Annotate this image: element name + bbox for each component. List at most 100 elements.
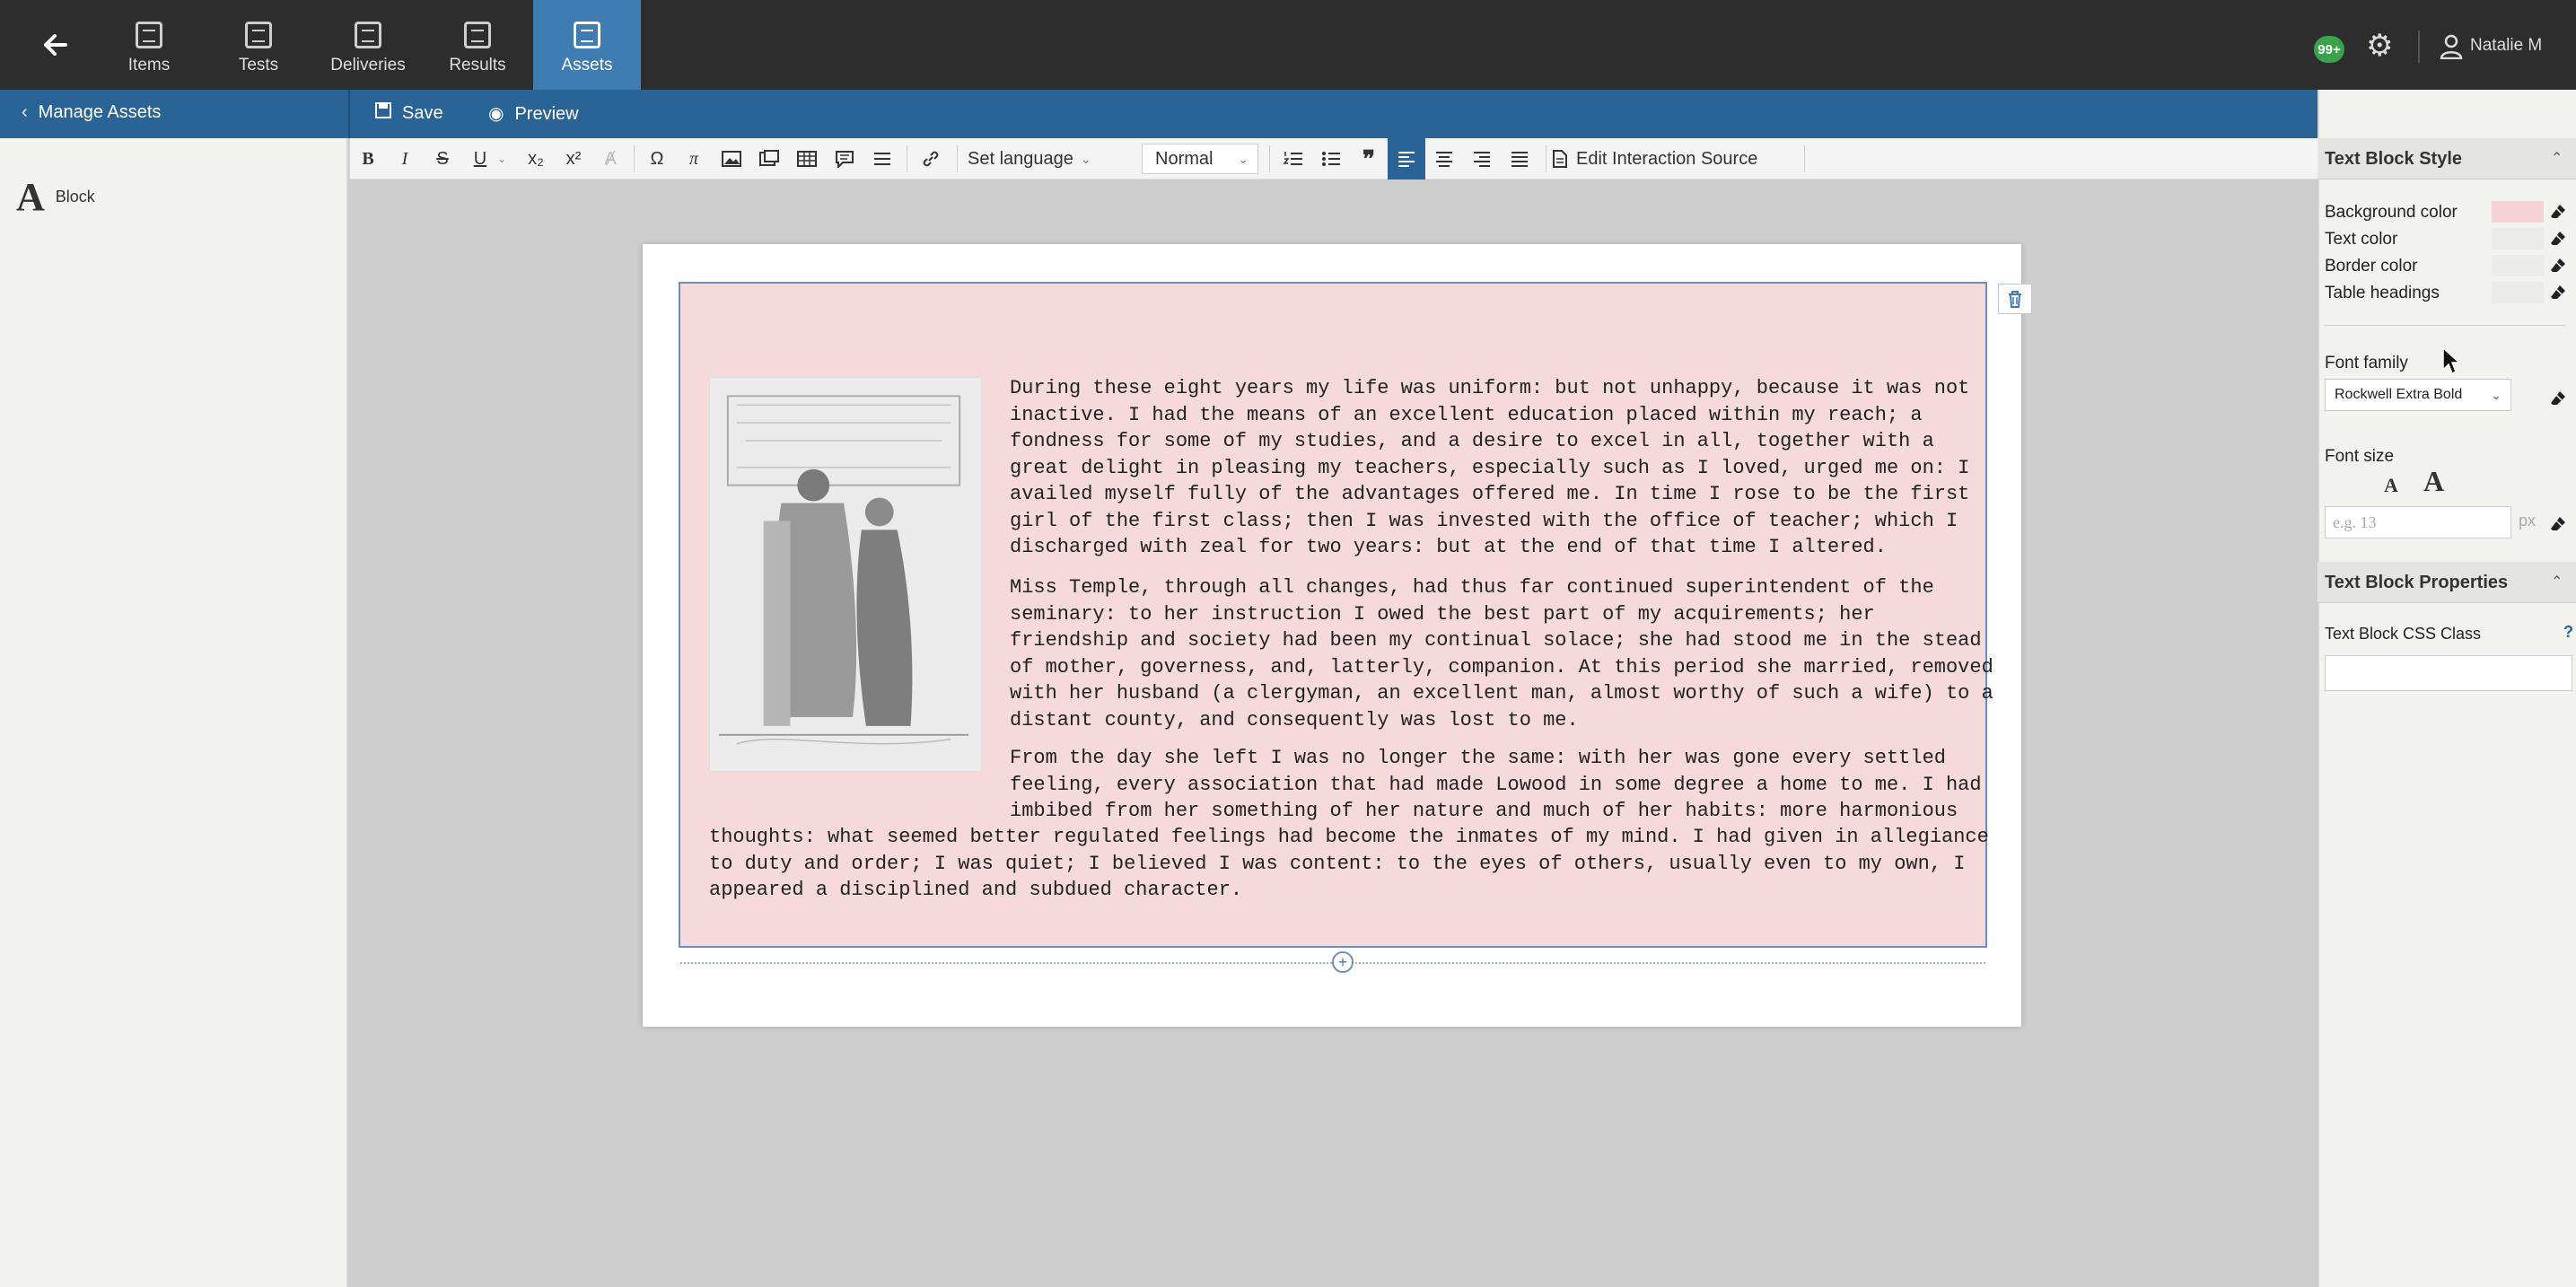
manage-assets-label: Manage Assets (38, 102, 162, 122)
paragraph-2[interactable]: Miss Temple, through all changes, had th… (1010, 574, 1993, 733)
border-color-label: Border color (2325, 257, 2418, 276)
image-icon[interactable] (713, 138, 750, 179)
table-headings-swatch[interactable] (2492, 282, 2544, 303)
chevron-up-icon[interactable]: ⌃ (2551, 573, 2563, 591)
add-block-button[interactable]: + (1332, 951, 1354, 973)
style-divider (2325, 325, 2565, 326)
table-icon[interactable] (788, 138, 826, 179)
tab-items-label: Items (127, 56, 171, 74)
font-family-value: Rockwell Extra Bold (2335, 387, 2463, 402)
math-button[interactable]: π (675, 138, 713, 179)
horizontal-rule-icon[interactable] (863, 138, 901, 179)
numbered-list-icon[interactable] (1275, 138, 1312, 179)
eye-icon: ◉ (488, 104, 504, 124)
border-color-swatch[interactable] (2492, 255, 2544, 276)
blockquote-icon[interactable]: ❞ (1350, 138, 1388, 179)
user-icon[interactable] (2440, 34, 2463, 59)
background-color-swatch[interactable] (2492, 201, 2544, 223)
italic-button[interactable]: I (386, 138, 424, 179)
text-line: to duty and order; I was quiet; I believ… (709, 852, 1966, 875)
strikethrough-button[interactable]: S (424, 138, 461, 179)
background-color-label: Background color (2325, 203, 2458, 222)
clear-format-icon[interactable]: Ⱥ (592, 138, 628, 179)
subscript-button[interactable]: x₂ (517, 138, 555, 179)
eraser-icon[interactable] (2549, 515, 2567, 533)
preview-button[interactable]: ◉ Preview (488, 102, 579, 125)
edit-interaction-source-button[interactable]: Edit Interaction Source (1553, 138, 1777, 179)
text-line: During these eight years my life was uni… (1010, 377, 1970, 399)
bullet-list-icon[interactable] (1312, 138, 1350, 179)
align-left-icon[interactable] (1388, 138, 1425, 179)
save-label: Save (402, 103, 443, 123)
text-color-label: Text color (2325, 230, 2398, 249)
align-right-icon[interactable] (1463, 138, 1501, 179)
paragraph-3-continued[interactable]: thoughts: what seemed better regulated f… (709, 824, 1989, 904)
help-icon[interactable]: ? (2563, 623, 2573, 642)
link-icon[interactable] (912, 138, 950, 179)
block-tool[interactable]: A Block (16, 174, 95, 220)
special-character-button[interactable]: Ω (639, 138, 675, 179)
tab-items[interactable]: Items (95, 0, 203, 90)
paragraph-1[interactable]: During these eight years my life was uni… (1010, 375, 1969, 561)
comment-icon[interactable] (826, 138, 863, 179)
text-line: great delight in pleasing my teachers, e… (1010, 456, 1970, 479)
eraser-icon[interactable] (2549, 284, 2567, 302)
text-line: fondness for some of my studies, and a d… (1010, 430, 1934, 452)
paragraph-format-label: Normal (1155, 148, 1214, 169)
action-bar-divider (348, 90, 350, 138)
trash-icon (2009, 291, 2021, 308)
set-language-select[interactable]: Set language ⌄ (968, 144, 1108, 174)
text-line: Miss Temple, through all changes, had th… (1010, 576, 1934, 599)
document-icon (1553, 150, 1567, 168)
tab-tests[interactable]: Tests (205, 0, 312, 90)
text-line: of mother, governess, and, latterly, com… (1010, 655, 1993, 679)
eraser-icon[interactable] (2549, 390, 2567, 407)
chevron-down-icon: ⌄ (1080, 151, 1091, 166)
assets-icon (574, 22, 600, 48)
tab-results[interactable]: Results (424, 0, 531, 90)
toolbar-divider (634, 145, 635, 172)
underline-dropdown-icon[interactable]: ⌄ (492, 138, 512, 179)
media-icon[interactable] (750, 138, 788, 179)
user-name[interactable]: Natalie M (2470, 36, 2542, 56)
illustration-image (709, 377, 982, 772)
tab-assets[interactable]: Assets (533, 0, 641, 90)
table-headings-label: Table headings (2325, 284, 2440, 302)
gear-icon[interactable]: ⚙ (2366, 31, 2393, 61)
chevron-up-icon[interactable]: ⌃ (2551, 149, 2563, 167)
manage-assets-link[interactable]: ‹ Manage Assets (22, 102, 161, 123)
text-color-swatch[interactable] (2492, 228, 2544, 250)
superscript-button[interactable]: x² (555, 138, 592, 179)
eraser-icon[interactable] (2549, 257, 2567, 275)
save-button[interactable]: Save (375, 102, 443, 124)
block-icon: A (16, 175, 45, 219)
delete-block-button[interactable] (1998, 284, 2032, 314)
text-line: feeling, every association that had made… (1010, 773, 1982, 796)
toolbar-divider (1269, 145, 1270, 172)
tab-deliveries[interactable]: Deliveries (314, 0, 422, 90)
paragraph-3[interactable]: From the day she left I was no longer th… (1010, 745, 1982, 825)
paragraph-format-select[interactable]: Normal ⌄ (1142, 144, 1258, 174)
text-line: seminary: to her instruction I owed the … (1010, 602, 1875, 626)
set-language-label: Set language (968, 148, 1073, 169)
align-center-icon[interactable] (1425, 138, 1463, 179)
increase-font-size-button[interactable]: A (2423, 465, 2444, 498)
eraser-icon[interactable] (2549, 230, 2567, 248)
notifications-badge[interactable]: 99+ (2314, 36, 2344, 63)
text-line: From the day she left I was no longer th… (1010, 747, 1946, 769)
font-size-unit: px (2519, 512, 2537, 530)
text-line: discharged with zeal for two years: but … (1010, 536, 1887, 558)
font-size-input[interactable] (2325, 506, 2511, 538)
tab-tests-label: Tests (238, 56, 279, 74)
text-line: with her husband (a clergyman, an excell… (1010, 682, 1993, 705)
align-justify-icon[interactable] (1501, 138, 1538, 179)
decrease-font-size-button[interactable]: A (2384, 474, 2398, 497)
results-icon (464, 22, 491, 48)
text-line: friendship and society had been my conti… (1010, 629, 1982, 652)
eraser-icon[interactable] (2549, 203, 2567, 221)
bold-button[interactable]: B (350, 138, 386, 179)
css-class-input[interactable] (2325, 655, 2572, 691)
toolbar-divider (957, 145, 958, 172)
edit-interaction-source-label: Edit Interaction Source (1576, 148, 1758, 169)
font-family-select[interactable]: Rockwell Extra Bold ⌄ (2325, 379, 2511, 411)
